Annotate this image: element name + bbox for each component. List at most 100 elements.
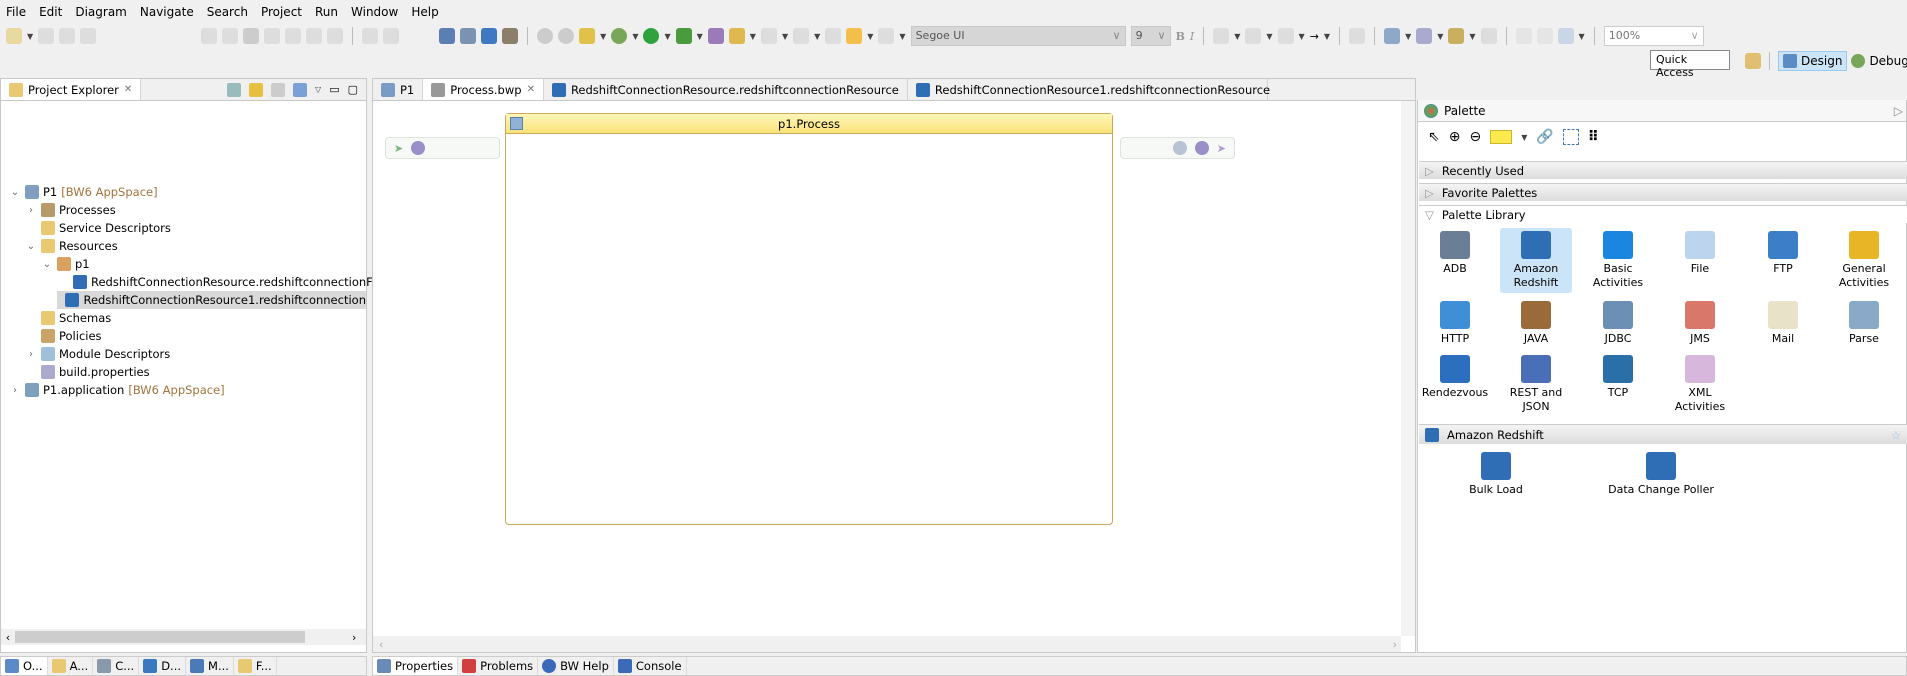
collapsed-arrow-icon[interactable]: › [9,385,21,396]
expanded-arrow-icon[interactable]: ⌄ [41,259,53,270]
step-return-icon[interactable] [327,28,344,44]
delete-connector-icon[interactable] [1536,28,1553,44]
suspend-icon[interactable] [222,28,239,44]
fill-color-icon[interactable] [1245,28,1262,44]
palette-item-adb[interactable]: ADB [1419,228,1491,279]
bottom-tab[interactable]: O... [1,657,48,675]
palette-item-ftp[interactable]: FTP [1747,228,1819,279]
tree-item[interactable]: › Module Descriptors [25,345,170,363]
zoom-select[interactable]: 100% ∨ [1603,26,1704,46]
grid-icon[interactable]: ⠿ [1588,129,1599,145]
fault-icon[interactable] [1172,141,1187,155]
line-color-icon[interactable] [1277,28,1294,44]
bottom-tab[interactable]: M... [186,657,234,675]
editor-tab[interactable]: Process.bwp ✕ [423,79,544,100]
forward-arrow-icon[interactable] [878,28,895,44]
copy-format-icon[interactable] [1349,28,1366,44]
bold-button[interactable]: B [1176,30,1185,43]
section-recently-used[interactable]: ▷ Recently Used [1419,161,1907,179]
editor-hscrollbar[interactable]: ‹ › [373,636,1401,652]
palette-item-general-activities[interactable]: General Activities [1828,228,1900,293]
process-start-bar[interactable]: ➤ [385,137,500,159]
bottom-tab[interactable]: F... [234,657,277,675]
ruler-icon[interactable] [579,28,596,44]
pin-icon[interactable] [293,82,308,97]
step-into-icon[interactable] [285,28,302,44]
note-icon[interactable] [1490,130,1513,144]
link-editor-icon[interactable] [249,82,264,97]
tree-item[interactable]: Schemas [25,309,111,327]
expanded-arrow-icon[interactable]: ⌄ [25,241,37,252]
bottom-tab[interactable]: D... [139,657,187,675]
menu-edit[interactable]: Edit [39,5,62,19]
collapsed-arrow-icon[interactable]: › [25,349,37,360]
open-perspective-icon[interactable] [1745,53,1761,69]
new-module-icon[interactable] [460,28,477,44]
zoom-out-icon[interactable]: ⊖ [1469,129,1481,145]
last-edit-icon[interactable] [825,28,842,44]
scroll-thumb[interactable] [15,631,305,643]
select-all-icon[interactable] [1384,28,1401,44]
size-icon[interactable] [1480,28,1497,44]
gear-alt-icon[interactable] [558,28,575,44]
menu-run[interactable]: Run [315,5,338,19]
menu-project[interactable]: Project [261,5,302,19]
tree-item[interactable]: Service Descriptors [25,219,171,237]
editor-tab[interactable]: P1 [373,79,424,100]
palette-item-xml-activities[interactable]: XML Activities [1664,352,1736,417]
pen-icon[interactable] [728,28,745,44]
tree-item[interactable]: RedshiftConnectionResource1.redshiftconn… [57,291,366,309]
new-resource-icon[interactable] [502,28,519,44]
close-icon[interactable]: ✕ [527,84,535,95]
align-icon[interactable] [1448,28,1465,44]
bottom-tab-problems[interactable]: Problems [458,657,539,675]
arrow-style-icon[interactable]: → [1310,30,1319,43]
bottom-tab[interactable]: C... [93,657,140,675]
menu-help[interactable]: Help [411,5,438,19]
filter-icon[interactable] [271,82,286,97]
editor-vscrollbar[interactable] [1401,101,1415,636]
palette-collapse-icon[interactable]: ▷ [1894,104,1906,118]
collapse-all-icon[interactable] [227,82,242,97]
palette-item-java[interactable]: JAVA [1500,298,1572,349]
bottom-tab-bw-help[interactable]: BW Help [538,657,614,675]
bottom-tab[interactable]: A... [48,657,94,675]
font-family-select[interactable]: Segoe UI ∨ [910,26,1126,46]
process-end-bar[interactable]: ➤ [1120,137,1235,159]
palette-item-parse[interactable]: Parse [1828,298,1900,349]
tree-item[interactable]: Policies [25,327,102,345]
debug-icon[interactable] [611,28,628,44]
new-process-icon[interactable] [439,28,456,44]
link-icon[interactable]: 🔗 [1536,129,1553,145]
view-menu-icon[interactable]: ▽ [315,85,321,94]
design-perspective-button[interactable]: Design [1778,51,1848,71]
save-icon[interactable] [38,28,55,44]
open-type-icon[interactable] [707,28,724,44]
explorer-hscrollbar[interactable]: ‹ › [1,629,366,645]
drop-frame-icon[interactable] [362,28,379,44]
resume-icon[interactable] [201,28,218,44]
back-arrow-icon[interactable] [846,28,863,44]
font-size-select[interactable]: 9 ∨ [1130,26,1171,46]
print-icon[interactable] [80,28,97,44]
layout-icon[interactable] [1557,28,1574,44]
menu-window[interactable]: Window [351,5,398,19]
tree-item[interactable]: build.properties [25,363,150,381]
font-color-icon[interactable] [1213,28,1230,44]
palette-item-amazon-redshift[interactable]: Amazon Redshift [1500,228,1572,293]
step-over-icon[interactable] [306,28,323,44]
favorite-star-icon[interactable]: ☆ [1891,428,1907,442]
menu-search[interactable]: Search [207,5,248,19]
next-annotation-icon[interactable] [760,28,777,44]
minimize-icon[interactable]: ▭ [329,83,339,96]
editor-tab[interactable]: RedshiftConnectionResource1.redshiftconn… [908,79,1270,100]
gear-icon[interactable] [537,28,554,44]
quick-access-input[interactable]: Quick Access [1650,50,1730,79]
menu-file[interactable]: File [6,5,26,19]
input-icon[interactable] [411,141,426,155]
editor-tab[interactable]: RedshiftConnectionResource.redshiftconne… [544,79,908,100]
select-tool-icon[interactable]: ⇖ [1428,129,1440,145]
zoom-in-icon[interactable]: ⊕ [1449,129,1461,145]
process-container[interactable]: p1.Process [505,113,1113,525]
arrange-icon[interactable] [1416,28,1433,44]
